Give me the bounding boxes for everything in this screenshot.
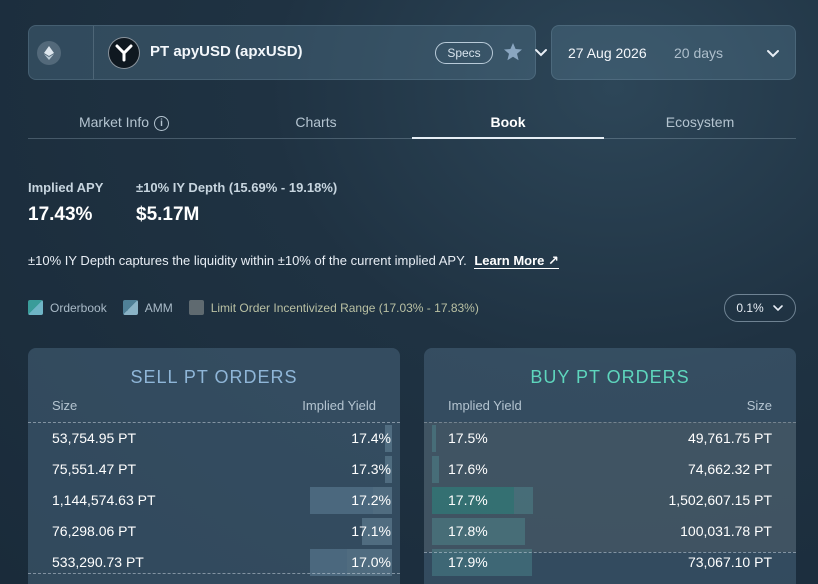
sell-orders-panel: SELL PT ORDERS Size Implied Yield 53,754… — [28, 348, 400, 584]
specs-button[interactable]: Specs — [435, 42, 493, 64]
legend-amm: AMM — [122, 300, 173, 315]
legend: Orderbook AMM Limit Order Incentivized R… — [28, 300, 495, 315]
order-size: 533,290.73 PT — [52, 554, 144, 570]
orderbook-swatch — [28, 300, 43, 315]
order-size: 100,031.78 PT — [680, 523, 772, 539]
learn-more-link[interactable]: Learn More ↗ — [474, 253, 559, 269]
market-selector[interactable]: PT apyUSD (apxUSD) Specs — [28, 25, 547, 80]
order-yield: 17.2% — [351, 492, 391, 508]
buy-panel-title: BUY PT ORDERS — [530, 367, 690, 387]
order-yield: 17.3% — [351, 461, 391, 477]
chevron-down-icon[interactable] — [765, 46, 781, 62]
buy-amm-depth-bar — [432, 425, 436, 452]
sell-orderbook-depth-bar — [310, 549, 347, 576]
sell-order-row[interactable]: 76,298.06 PT 17.1% — [28, 516, 400, 547]
order-yield: 17.8% — [448, 523, 488, 539]
order-yield: 17.9% — [448, 554, 488, 570]
order-yield: 17.1% — [351, 523, 391, 539]
tab-charts[interactable]: Charts — [220, 114, 412, 130]
tab-book[interactable]: Book — [412, 114, 604, 130]
order-size: 49,761.75 PT — [687, 430, 772, 446]
buy-order-row[interactable]: 17.7% 1,502,607.15 PT — [424, 485, 796, 516]
days-remaining: 20 days — [674, 45, 724, 61]
limit-swatch — [188, 300, 204, 315]
order-yield: 17.4% — [351, 430, 391, 446]
tick-size-dropdown[interactable]: 0.1% — [724, 294, 796, 322]
sell-limit-divider — [28, 573, 400, 574]
order-yield: 17.7% — [448, 492, 488, 508]
buy-amm-depth-bar — [432, 456, 439, 483]
order-yield: 17.5% — [448, 430, 488, 446]
chevron-down-icon[interactable] — [533, 45, 549, 61]
order-yield: 17.6% — [448, 461, 488, 477]
legend-orderbook: Orderbook — [28, 300, 107, 315]
y-logo-icon — [108, 37, 140, 69]
sell-order-row[interactable]: 75,551.47 PT 17.3% — [28, 454, 400, 485]
order-yield: 17.0% — [351, 554, 391, 570]
amm-swatch — [122, 300, 138, 315]
order-size: 75,551.47 PT — [52, 461, 137, 477]
buy-limit-divider — [424, 552, 796, 553]
sell-col-yield: Implied Yield — [302, 398, 376, 413]
order-size: 53,754.95 PT — [52, 430, 137, 446]
buy-col-size: Size — [746, 398, 772, 413]
header-divider — [93, 26, 94, 79]
buy-col-yield: Implied Yield — [448, 398, 522, 413]
implied-apy-label: Implied APY — [28, 180, 104, 195]
tab-bar: Market Info i Charts Book Ecosystem — [28, 106, 796, 139]
buy-orders-panel: BUY PT ORDERS Implied Yield Size 17.5% 49… — [424, 348, 796, 584]
maturity-selector[interactable]: 27 Aug 2026 20 days — [551, 25, 796, 80]
depth-description: ±10% IY Depth captures the liquidity wit… — [28, 253, 559, 269]
ethereum-icon — [37, 41, 61, 65]
tab-ecosystem[interactable]: Ecosystem — [604, 114, 796, 130]
chevron-down-icon — [772, 305, 783, 312]
order-size: 1,502,607.15 PT — [668, 492, 772, 508]
sell-panel-title: SELL PT ORDERS — [130, 367, 298, 387]
order-size: 73,067.10 PT — [687, 554, 772, 570]
buy-order-row[interactable]: 17.6% 74,662.32 PT — [424, 454, 796, 485]
order-size: 74,662.32 PT — [687, 461, 772, 477]
sell-order-row[interactable]: 53,754.95 PT 17.4% — [28, 423, 400, 454]
info-icon[interactable]: i — [154, 115, 170, 131]
star-icon[interactable] — [503, 42, 523, 62]
sell-col-size: Size — [52, 398, 78, 413]
depth-label: ±10% IY Depth (15.69% - 19.18%) — [136, 180, 338, 195]
maturity-date: 27 Aug 2026 — [568, 45, 647, 61]
order-size: 76,298.06 PT — [52, 523, 137, 539]
sell-order-row[interactable]: 1,144,574.63 PT 17.2% — [28, 485, 400, 516]
market-name: PT apyUSD (apxUSD) — [150, 43, 303, 60]
buy-order-row[interactable]: 17.5% 49,761.75 PT — [424, 423, 796, 454]
buy-order-row[interactable]: 17.8% 100,031.78 PT — [424, 516, 796, 547]
legend-limit-range: Limit Order Incentivized Range (17.03% -… — [188, 300, 479, 315]
tab-market-info[interactable]: Market Info i — [28, 114, 220, 131]
buy-amm-depth-bar — [514, 487, 533, 514]
active-tab-indicator — [412, 137, 604, 139]
depth-value: $5.17M — [136, 204, 200, 225]
external-link-icon: ↗ — [548, 253, 559, 268]
order-size: 1,144,574.63 PT — [52, 492, 156, 508]
implied-apy-value: 17.43% — [28, 204, 93, 225]
